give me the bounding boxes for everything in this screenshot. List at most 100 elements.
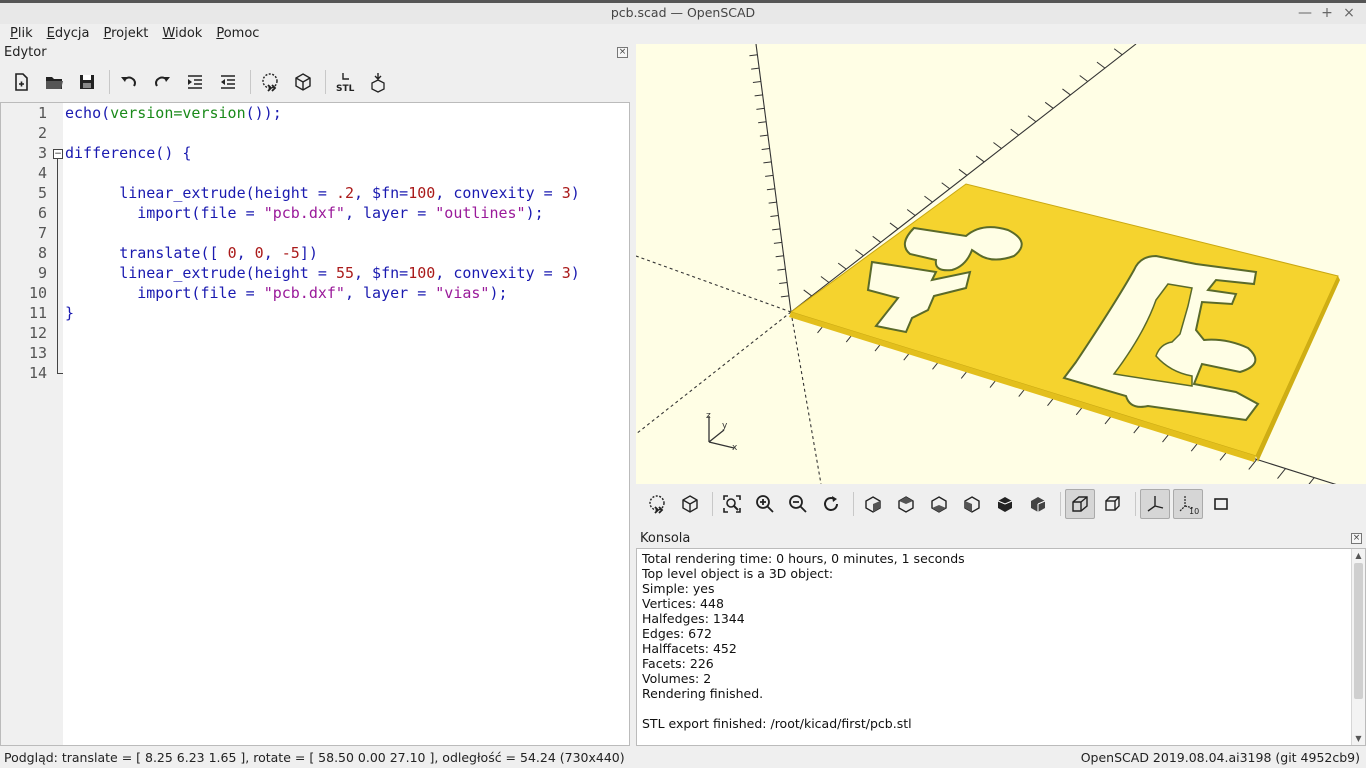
line-number: 5 — [37, 184, 47, 202]
axis-label-x: x — [732, 443, 738, 453]
axis-tick — [759, 134, 768, 137]
code-token: 55 — [335, 264, 354, 282]
menu-view[interactable]: Widok — [155, 24, 209, 44]
code-token: 100 — [408, 184, 436, 202]
view-right-icon[interactable] — [858, 489, 888, 519]
open-file-icon[interactable] — [39, 67, 69, 97]
console-line: Simple: yes — [642, 581, 715, 596]
code-editor[interactable]: 1 2 3 4 5 6 7 8 9 10 11 12 13 14 − echo(version=versi… — [0, 102, 630, 746]
line-number: 1 — [37, 104, 47, 122]
code-token: ); — [525, 204, 544, 222]
code-token: import(file = — [137, 284, 264, 302]
axis-label-y: y — [722, 421, 728, 431]
render-icon[interactable] — [288, 67, 318, 97]
code-token: , layer = — [344, 284, 436, 302]
undo-icon[interactable] — [114, 67, 144, 97]
send-to-print-icon[interactable] — [363, 67, 393, 97]
line-number: 2 — [37, 124, 47, 142]
axis-tick — [1079, 75, 1089, 82]
axis-tick — [1096, 61, 1106, 69]
console-dock-close-icon[interactable]: × — [1351, 533, 1362, 544]
scroll-down-icon[interactable]: ▼ — [1352, 732, 1365, 745]
minimize-button[interactable]: — — [1296, 3, 1314, 23]
new-file-icon[interactable] — [6, 67, 36, 97]
view-all-icon[interactable] — [717, 489, 747, 519]
code-token: , $fn= — [354, 264, 409, 282]
editor-dock-close-icon[interactable]: × — [617, 47, 628, 58]
reset-view-icon[interactable] — [816, 489, 846, 519]
zoom-in-icon[interactable] — [750, 489, 780, 519]
axis-tick — [756, 107, 765, 110]
fold-marker-icon[interactable]: − — [53, 149, 63, 159]
console-line: Edges: 672 — [642, 626, 713, 641]
code-token: linear_extrude(height = — [119, 264, 336, 282]
preview-icon[interactable] — [255, 67, 285, 97]
status-bar: Podgląd: translate = [ 8.25 6.23 1.65 ],… — [0, 746, 1366, 768]
axis-tick — [758, 121, 767, 124]
console-line: Top level object is a 3D object: — [642, 566, 834, 581]
console-line: Halffacets: 452 — [642, 641, 737, 656]
line-number: 14 — [28, 364, 47, 382]
indent-icon[interactable] — [180, 67, 210, 97]
close-button[interactable]: × — [1340, 3, 1358, 23]
code-token: -5 — [281, 244, 300, 262]
axis-tick — [1027, 115, 1037, 123]
3d-viewport[interactable]: z x y — [636, 44, 1366, 484]
axis-tick — [768, 201, 777, 204]
axis-tick — [777, 268, 786, 271]
scroll-thumb[interactable] — [1354, 563, 1363, 699]
axis-tick — [941, 182, 951, 190]
console-output[interactable]: Total rendering time: 0 hours, 0 minutes… — [636, 548, 1366, 746]
line-number: 9 — [37, 264, 47, 282]
axis-tick — [1062, 88, 1071, 96]
orthogonal-icon[interactable] — [1098, 489, 1128, 519]
show-edges-icon[interactable] — [1206, 489, 1236, 519]
show-axes-icon[interactable] — [1140, 489, 1170, 519]
menu-help[interactable]: Pomoc — [209, 24, 266, 44]
view-top-icon[interactable] — [891, 489, 921, 519]
export-stl-icon[interactable]: STL — [330, 67, 360, 97]
code-line: echo(version=version()); — [65, 104, 282, 122]
save-icon[interactable] — [72, 67, 102, 97]
axis-tick — [775, 255, 784, 258]
unindent-icon[interactable] — [213, 67, 243, 97]
console-dock: Konsola × Total rendering time: 0 hours,… — [636, 530, 1366, 746]
view-left-icon[interactable] — [957, 489, 987, 519]
status-view-info: Podgląd: translate = [ 8.25 6.23 1.65 ],… — [4, 750, 625, 765]
view-front-icon[interactable] — [990, 489, 1020, 519]
console-line: STL export finished: /root/kicad/first/p… — [642, 716, 912, 731]
code-token: } — [65, 304, 75, 322]
code-line: linear_extrude(height = .2, $fn=100, con… — [65, 184, 580, 202]
menu-design[interactable]: Projekt — [97, 24, 156, 44]
redo-icon[interactable] — [147, 67, 177, 97]
show-scale-icon[interactable]: 10 — [1173, 489, 1203, 519]
code-token: .2 — [335, 184, 354, 202]
menu-file[interactable]: Plik — [3, 24, 40, 44]
code-token: import(file = — [137, 204, 264, 222]
scroll-up-icon[interactable]: ▲ — [1352, 549, 1365, 562]
zoom-out-icon[interactable] — [783, 489, 813, 519]
view-back-icon[interactable] — [1023, 489, 1053, 519]
console-line: Volumes: 2 — [642, 671, 712, 686]
axis-tick — [975, 155, 985, 163]
axis-tick — [837, 262, 847, 270]
maximize-button[interactable]: + — [1318, 3, 1336, 23]
axis-label-z: z — [706, 411, 711, 421]
code-token: , — [236, 244, 255, 262]
line-number: 7 — [37, 224, 47, 242]
preview-icon[interactable] — [642, 489, 672, 519]
perspective-icon[interactable] — [1065, 489, 1095, 519]
line-number-gutter: 1 2 3 4 5 6 7 8 9 10 11 12 13 14 — [1, 103, 63, 745]
render-icon[interactable] — [675, 489, 705, 519]
code-token: ); — [489, 284, 508, 302]
view-bottom-icon[interactable] — [924, 489, 954, 519]
code-token: "pcb.dxf" — [263, 284, 345, 302]
console-scrollbar[interactable]: ▲ ▼ — [1351, 549, 1365, 745]
line-number: 4 — [37, 164, 47, 182]
code-line: import(file = "pcb.dxf", layer = "outlin… — [65, 204, 544, 222]
code-token: ) — [570, 184, 580, 202]
menu-edit[interactable]: Edycja — [40, 24, 97, 44]
